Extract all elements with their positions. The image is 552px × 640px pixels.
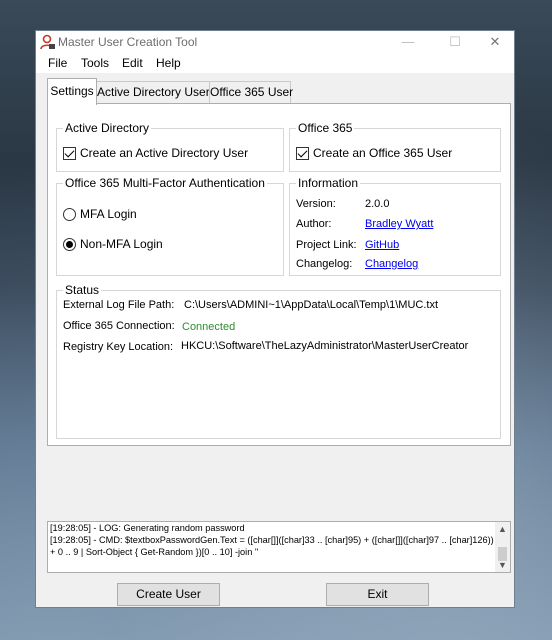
tab-settings[interactable]: Settings [47,78,97,105]
window-title: Master User Creation Tool [58,35,198,49]
settings-tab-page: Active Directory Create an Active Direct… [47,103,511,446]
checkbox-checked-icon [296,146,309,160]
mfa-login-radio[interactable]: MFA Login [63,207,137,221]
registry-key-label: Registry Key Location: [63,341,174,353]
o365-connection-status: Connected [182,321,236,333]
mfa-group-label: Office 365 Multi-Factor Authentication [63,176,267,190]
non-mfa-login-radio[interactable]: Non-MFA Login [63,237,163,251]
mfa-login-label: MFA Login [80,207,137,221]
menu-help[interactable]: Help [156,56,181,70]
author-link[interactable]: Bradley Wyatt [365,218,433,230]
github-link[interactable]: GitHub [365,239,399,251]
create-ad-user-checkbox[interactable]: Create an Active Directory User [63,146,248,160]
minimize-button[interactable]: — [393,31,423,53]
radio-selected-icon [63,237,76,251]
changelog-link[interactable]: Changelog [365,258,418,270]
log-line: + 0 .. 9 | Sort-Object { Get-Random })[0… [50,547,259,557]
project-link-label: Project Link: [296,239,357,251]
app-user-icon [40,34,55,50]
checkbox-checked-icon [63,146,76,160]
maximize-button[interactable]: ☐ [440,31,470,53]
status-group: Status External Log File Path: C:\Users\… [56,283,501,439]
menu-bar: File Tools Edit Help [36,53,514,73]
mfa-group: Office 365 Multi-Factor Authentication M… [56,176,284,276]
menu-file[interactable]: File [48,56,67,70]
author-label: Author: [296,218,332,230]
create-o365-user-checkbox[interactable]: Create an Office 365 User [296,146,452,160]
log-scrollbar[interactable]: ▲ ▼ [495,522,510,572]
menu-tools[interactable]: Tools [81,56,109,70]
office365-group: Office 365 Create an Office 365 User [289,121,501,172]
radio-unselected-icon [63,207,76,221]
create-ad-user-label: Create an Active Directory User [80,146,249,160]
status-group-label: Status [63,283,102,297]
log-path-label: External Log File Path: [63,299,175,311]
title-bar: Master User Creation Tool — ☐ ✕ [36,31,514,53]
scroll-down-icon[interactable]: ▼ [495,558,510,572]
active-directory-group-label: Active Directory [63,121,152,135]
scroll-up-icon[interactable]: ▲ [495,522,510,536]
exit-button[interactable]: Exit [326,583,429,606]
tab-active-directory-user[interactable]: Active Directory User [96,81,210,104]
create-user-button[interactable]: Create User [117,583,220,606]
information-group: Information Version: 2.0.0 Author: Bradl… [289,176,501,276]
menu-edit[interactable]: Edit [122,56,143,70]
active-directory-group: Active Directory Create an Active Direct… [56,121,284,172]
information-group-label: Information [296,176,361,190]
log-line: [19:28:05] - CMD: $textboxPasswordGen.Te… [50,535,494,545]
office365-group-label: Office 365 [296,121,355,135]
non-mfa-login-label: Non-MFA Login [80,237,163,251]
registry-key-value: HKCU:\Software\TheLazyAdministrator\Mast… [181,340,469,352]
app-window: Master User Creation Tool — ☐ ✕ File Too… [35,30,515,608]
version-value: 2.0.0 [365,198,390,210]
o365-connection-label: Office 365 Connection: [63,320,175,332]
tab-office365-user[interactable]: Office 365 User [209,81,293,104]
log-textbox[interactable]: [19:28:05] - LOG: Generating random pass… [47,521,511,573]
create-o365-user-label: Create an Office 365 User [313,146,453,160]
close-button[interactable]: ✕ [480,31,510,53]
log-line: [19:28:05] - LOG: Generating random pass… [50,523,245,533]
log-path-value: C:\Users\ADMINI~1\AppData\Local\Temp\1\M… [184,299,438,311]
version-label: Version: [296,198,336,210]
changelog-label: Changelog: [296,258,353,270]
